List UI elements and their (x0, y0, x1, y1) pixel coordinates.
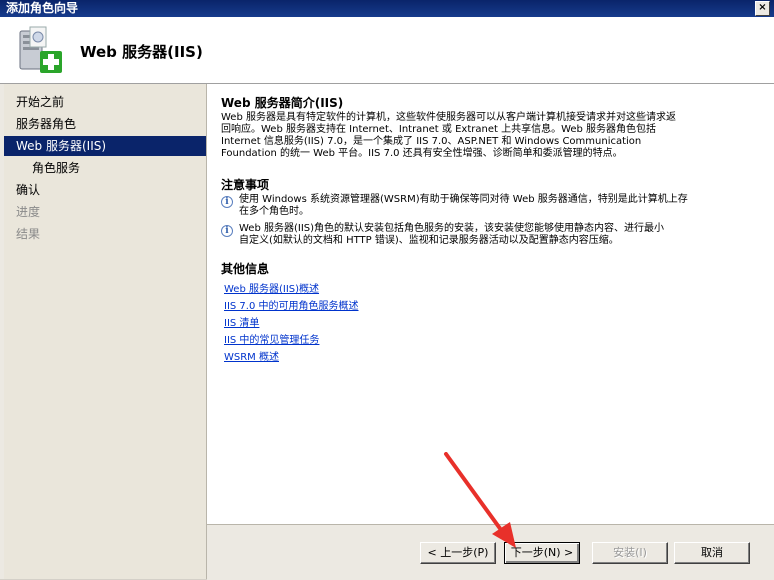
note-line: 自定义(如默认的文档和 HTTP 错误)、监视和记录服务器活动以及配置静态内容压… (239, 235, 619, 246)
intro-line: Internet 信息服务(IIS) 7.0，是一个集成了 IIS 7.0、AS… (221, 136, 642, 147)
link-iis-admin-tasks[interactable]: IIS 中的常见管理任务 (224, 331, 319, 346)
intro-line: 回响应。Web 服务器支持在 Internet、Intranet 或 Extra… (221, 124, 657, 135)
page-title: Web 服务器(IIS) (80, 43, 203, 61)
info-icon: i (221, 225, 233, 237)
intro-line: Web 服务器是具有特定软件的计算机，这些软件使服务器可以从客户端计算机接受请求… (221, 112, 676, 123)
info-icon: i (221, 196, 233, 208)
note-line: Web 服务器(IIS)角色的默认安装包括角色服务的安装，该安装使您能够使用静态… (239, 223, 665, 234)
link-iis-checklist[interactable]: IIS 清单 (224, 314, 259, 329)
annotation-arrow (444, 452, 516, 548)
link-web-server-overview[interactable]: Web 服务器(IIS)概述 (224, 280, 319, 295)
intro-line: Foundation 的统一 Web 平台。IIS 7.0 还具有安全性增强、诊… (221, 148, 623, 159)
step-server-roles[interactable]: 服务器角色 (4, 114, 206, 134)
link-wsrm-overview[interactable]: WSRM 概述 (224, 348, 279, 363)
window-title: 添加角色向导 (6, 1, 79, 15)
step-role-services[interactable]: 角色服务 (4, 158, 206, 178)
note-text: Web 服务器(IIS)角色的默认安装包括角色服务的安装，该安装使您能够使用静态… (239, 223, 759, 247)
note-text: 使用 Windows 系统资源管理器(WSRM)有助于确保等同对待 Web 服务… (239, 194, 759, 218)
intro-heading: Web 服务器简介(IIS) (221, 96, 344, 110)
title-bar[interactable]: 添加角色向导 × (0, 0, 774, 17)
wizard-header: Web 服务器(IIS) (0, 17, 774, 84)
link-iis-role-services[interactable]: IIS 7.0 中的可用角色服务概述 (224, 297, 359, 312)
step-before-you-begin[interactable]: 开始之前 (4, 92, 206, 112)
cancel-button[interactable]: 取消 (674, 542, 750, 564)
notes-heading: 注意事项 (221, 178, 270, 192)
step-results: 结果 (16, 227, 41, 241)
intro-text: Web 服务器是具有特定软件的计算机，这些软件使服务器可以从客户端计算机接受请求… (221, 112, 759, 160)
step-confirmation[interactable]: 确认 (4, 180, 206, 200)
install-button: 安装(I) (592, 542, 668, 564)
wizard-window: 添加角色向导 × Web 服务器(IIS) 开始之前 服务器角色 Web 服务器… (0, 0, 774, 580)
close-icon[interactable]: × (755, 1, 770, 16)
step-progress: 进度 (16, 205, 41, 219)
more-info-heading: 其他信息 (221, 262, 270, 276)
note-line: 使用 Windows 系统资源管理器(WSRM)有助于确保等同对待 Web 服务… (239, 194, 688, 205)
wizard-steps: 开始之前 服务器角色 Web 服务器(IIS) 角色服务 确认 进度 结果 (4, 84, 207, 579)
server-role-add-icon (19, 26, 62, 73)
note-line: 在多个角色时。 (239, 206, 309, 217)
step-web-server[interactable]: Web 服务器(IIS) (4, 136, 206, 156)
